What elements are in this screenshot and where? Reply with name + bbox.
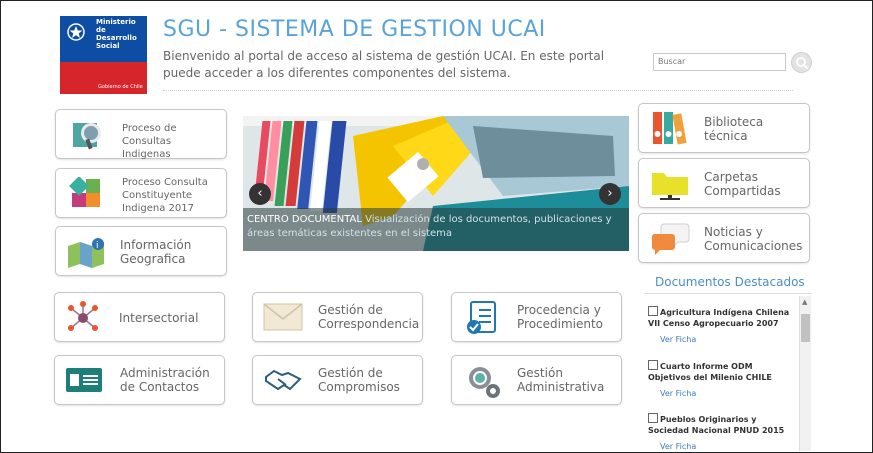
document-icon [648,306,658,316]
handshake-icon [264,365,302,399]
tile-informacion-geografica[interactable]: i Información Geografica [55,226,227,276]
tile-noticias[interactable]: Noticias y Comunicaciones [638,213,810,263]
map-icon: i [66,236,106,272]
tile-label: Administración de Contactos [120,366,210,394]
tile-intersectorial[interactable]: Intersectorial [54,292,225,342]
svg-text:i: i [96,241,99,251]
tile-label: Procedencia y Procedimiento [517,303,604,331]
binders-icon [651,110,689,150]
list-item: Cuarto Informe ODM Objetivos del Milenio… [648,360,796,398]
ministry-name: Ministerio de Desarrollo Social [96,18,137,50]
search-icon [796,57,809,70]
network-icon [65,300,101,340]
chat-bubbles-icon [650,222,690,260]
scroll-thumb[interactable] [801,314,810,342]
tile-label: Gestión de Correspondencia [318,303,420,331]
ministry-logo[interactable]: Ministerio de Desarrollo Social Gobierno… [60,16,147,94]
tile-procedencia[interactable]: Procedencia y Procedimiento [451,292,622,342]
caption-title: CENTRO DOCUMENTAL [247,214,362,225]
carousel-prev-button[interactable]: ‹ [249,183,271,205]
carousel-caption: CENTRO DOCUMENTAL Visualización de los d… [243,208,629,251]
tile-label: Biblioteca técnica [704,115,764,143]
shared-folder-icon [650,167,690,205]
tile-consulta-constituyente[interactable]: Proceso Consulta Constituyente Indigena … [55,168,227,218]
tile-label: Intersectorial [119,311,199,325]
tile-biblioteca-tecnica[interactable]: Biblioteca técnica [638,103,810,153]
ver-ficha-link[interactable]: Ver Ficha [648,335,796,344]
tile-gestion-administrativa[interactable]: Gestión Administrativa [451,355,622,405]
documents-scrollbar[interactable]: ▲ [799,296,811,451]
crest-icon [65,21,87,43]
constituyente-icon [69,176,103,215]
ver-ficha-link[interactable]: Ver Ficha [648,442,796,451]
divider [163,90,793,91]
tile-label: Gestión de Compromisos [318,366,400,394]
document-carousel[interactable]: ‹ › CENTRO DOCUMENTAL Visualización de l… [243,116,629,251]
tile-administracion-contactos[interactable]: Administración de Contactos [54,355,225,405]
document-icon [648,413,658,423]
search-input[interactable] [653,53,786,71]
document-icon [648,360,658,370]
intro-text: Bienvenido al portal de acceso al sistem… [163,49,605,80]
envelope-icon [263,302,303,336]
ver-ficha-link[interactable]: Ver Ficha [648,389,796,398]
tile-gestion-correspondencia[interactable]: Gestión de Correspondencia [252,292,423,342]
documents-list[interactable]: Agricultura Indígena Chilena VII Censo A… [644,293,812,452]
search-button[interactable] [791,52,812,73]
gears-icon [464,362,502,404]
list-item: Pueblos Originarios y Sociedad Nacional … [648,413,796,451]
tile-label: Proceso Consulta Constituyente Indigena … [122,177,208,214]
contact-card-icon [65,366,103,398]
tile-label: Información Geografica [120,238,192,266]
page-title: SGU - SISTEMA DE GESTION UCAI [163,17,546,42]
tile-label: Noticias y Comunicaciones [704,225,803,253]
tile-label: Gestión Administrativa [517,366,605,394]
consulta-icon [69,117,105,157]
document-title[interactable]: Cuarto Informe ODM Objetivos del Milenio… [648,362,772,382]
tile-label: Proceso de Consultas Indigenas [122,123,177,160]
checklist-icon [465,300,499,340]
government-name: Gobierno de Chile [98,84,143,90]
scroll-up-icon[interactable]: ▲ [802,298,807,306]
documents-heading: Documentos Destacados [655,275,805,289]
tile-carpetas-compartidas[interactable]: Carpetas Compartidas [638,158,810,208]
tile-label: Carpetas Compartidas [704,170,781,198]
tile-gestion-compromisos[interactable]: Gestión de Compromisos [252,355,423,405]
document-title[interactable]: Agricultura Indígena Chilena VII Censo A… [648,308,789,328]
document-title[interactable]: Pueblos Originarios y Sociedad Nacional … [648,415,784,435]
tile-proceso-consultas[interactable]: Proceso de Consultas Indigenas [55,109,227,160]
list-item: Agricultura Indígena Chilena VII Censo A… [648,306,796,344]
carousel-next-button[interactable]: › [599,183,621,205]
